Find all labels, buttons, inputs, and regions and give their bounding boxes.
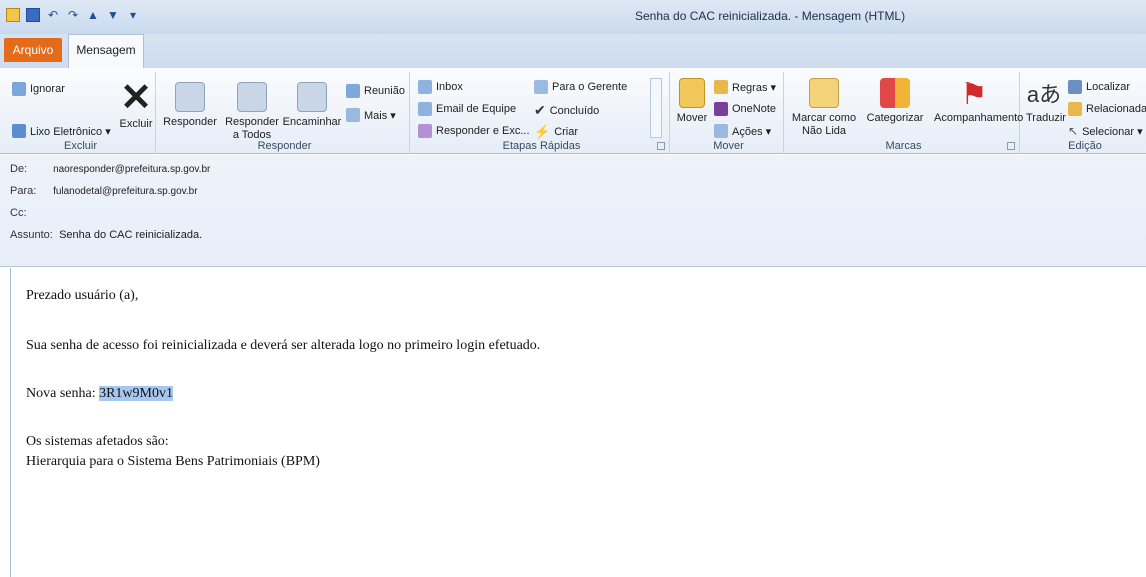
quickstep-inbox[interactable]: Inbox bbox=[418, 80, 463, 94]
traduzir-button[interactable]: aあ Traduzir bbox=[1026, 78, 1066, 125]
quickstep-email-equipe[interactable]: Email de Equipe bbox=[418, 102, 516, 116]
subject-text: Senha do CAC reinicializada. bbox=[59, 229, 203, 241]
header-to: Para: fulanodetal@prefeitura.sp.gov.br bbox=[10, 185, 198, 197]
etapas-launcher-icon[interactable] bbox=[657, 142, 665, 150]
group-responder: Responder Responder a Todos Encaminhar R… bbox=[160, 72, 410, 154]
password-line: Nova senha: 3R1w9M0v1 bbox=[26, 386, 173, 402]
reply-delete-icon bbox=[418, 124, 432, 138]
group-etapas-rapidas: Inbox Email de Equipe Responder e Exc...… bbox=[414, 72, 670, 154]
categorize-icon bbox=[880, 78, 910, 108]
flag-icon: ⚑ bbox=[960, 78, 988, 111]
redo-icon[interactable]: ↷ bbox=[66, 8, 80, 22]
lightning-icon: ⚡ bbox=[534, 124, 551, 139]
onenote-button[interactable]: OneNote bbox=[714, 102, 776, 116]
reply-all-icon bbox=[237, 82, 267, 112]
quickstep-criar[interactable]: ⚡ Criar bbox=[534, 124, 578, 140]
marcas-launcher-icon[interactable] bbox=[1007, 142, 1015, 150]
localizar-button[interactable]: Localizar bbox=[1068, 80, 1130, 94]
from-address[interactable]: naoresponder@prefeitura.sp.gov.br bbox=[53, 164, 210, 175]
quickstep-concluido[interactable]: ✔ Concluído bbox=[534, 102, 599, 119]
reuniao-button[interactable]: Reunião bbox=[346, 84, 405, 98]
acompanhamento-button[interactable]: ⚑ Acompanhamento bbox=[934, 78, 1023, 125]
meeting-icon bbox=[346, 84, 360, 98]
checkmark-icon: ✔ bbox=[534, 102, 546, 118]
regras-button[interactable]: Regras ▾ bbox=[714, 80, 776, 94]
window-title: Senha do CAC reinicializada. - Mensagem … bbox=[635, 9, 906, 23]
to-manager-icon bbox=[534, 80, 548, 94]
ignorar-button[interactable]: Ignorar bbox=[12, 82, 65, 96]
message-body[interactable]: Prezado usuário (a), Sua senha de acesso… bbox=[10, 268, 1146, 577]
excluir-button[interactable]: ✕ Excluir bbox=[116, 78, 156, 131]
quickstep-scroll[interactable] bbox=[650, 78, 662, 138]
delete-x-icon: ✕ bbox=[120, 77, 152, 119]
ribbon: Ignorar Lixo Eletrônico ▾ ✕ Excluir Excl… bbox=[0, 68, 1146, 154]
onenote-icon bbox=[714, 102, 728, 116]
mail-icon[interactable] bbox=[6, 8, 20, 22]
password-label: Nova senha: bbox=[26, 386, 96, 401]
responder-todos-button[interactable]: Responder a Todos bbox=[222, 82, 282, 142]
translate-icon: aあ bbox=[1026, 82, 1062, 107]
systems-heading: Os sistemas afetados são: bbox=[26, 434, 169, 449]
actions-icon bbox=[714, 124, 728, 138]
inbox-icon bbox=[418, 80, 432, 94]
quickstep-responder-exc[interactable]: Responder e Exc... bbox=[418, 124, 530, 138]
selecionar-button[interactable]: ↖ Selecionar ▾ bbox=[1068, 124, 1143, 138]
move-folder-icon bbox=[679, 78, 705, 108]
relacionada-button[interactable]: Relacionada bbox=[1068, 102, 1146, 116]
header-cc: Cc: bbox=[10, 207, 27, 219]
group-excluir: Ignorar Lixo Eletrônico ▾ ✕ Excluir Excl… bbox=[6, 72, 156, 154]
junk-icon bbox=[12, 124, 26, 138]
quickstep-para-gerente[interactable]: Para o Gerente bbox=[534, 80, 627, 94]
acoes-button[interactable]: Ações ▾ bbox=[714, 124, 771, 138]
encaminhar-button[interactable]: Encaminhar bbox=[282, 82, 342, 129]
save-icon[interactable] bbox=[26, 8, 40, 22]
message-headers: De: naoresponder@prefeitura.sp.gov.br Pa… bbox=[0, 155, 1146, 267]
quick-access-toolbar: ↶ ↷ ▲ ▼ ▾ bbox=[6, 8, 140, 22]
related-icon bbox=[1068, 102, 1082, 116]
system-item: Hierarquia para o Sistema Bens Patrimoni… bbox=[26, 454, 320, 469]
mover-button[interactable]: Mover bbox=[676, 78, 708, 125]
undo-icon[interactable]: ↶ bbox=[46, 8, 60, 22]
tab-mensagem[interactable]: Mensagem bbox=[68, 34, 144, 68]
arrow-down-icon[interactable]: ▼ bbox=[106, 8, 120, 22]
to-address[interactable]: fulanodetal@prefeitura.sp.gov.br bbox=[53, 186, 198, 197]
mark-unread-icon bbox=[809, 78, 839, 108]
arrow-up-icon[interactable]: ▲ bbox=[86, 8, 100, 22]
header-subject: Assunto: Senha do CAC reinicializada. bbox=[10, 229, 203, 241]
categorizar-button[interactable]: Categorizar bbox=[860, 78, 930, 125]
group-marcas: Marcar como Não Lida Categorizar ⚑ Acomp… bbox=[788, 72, 1023, 154]
mais-button[interactable]: Mais ▾ bbox=[346, 108, 396, 122]
forward-icon bbox=[297, 82, 327, 112]
lixo-eletronico-button[interactable]: Lixo Eletrônico ▾ bbox=[12, 124, 111, 138]
group-mover: Mover Regras ▾ OneNote Ações ▾ Mover bbox=[674, 72, 784, 154]
ribbon-tabs: Arquivo Mensagem bbox=[0, 34, 1146, 68]
team-email-icon bbox=[418, 102, 432, 116]
tab-arquivo[interactable]: Arquivo bbox=[4, 38, 62, 62]
body-line-1: Sua senha de acesso foi reinicializada e… bbox=[26, 338, 541, 353]
title-bar: ↶ ↷ ▲ ▼ ▾ Senha do CAC reinicializada. -… bbox=[0, 0, 1146, 34]
binoculars-icon bbox=[1068, 80, 1082, 94]
reply-icon bbox=[175, 82, 205, 112]
group-edicao: aあ Traduzir Localizar Relacionada ↖ Sele… bbox=[1024, 72, 1146, 154]
responder-button[interactable]: Responder bbox=[162, 82, 218, 129]
ignore-icon bbox=[12, 82, 26, 96]
more-icon bbox=[346, 108, 360, 122]
greeting-text: Prezado usuário (a), bbox=[26, 288, 139, 303]
rules-icon bbox=[714, 80, 728, 94]
cursor-icon: ↖ bbox=[1068, 124, 1079, 138]
marcar-nao-lida-button[interactable]: Marcar como Não Lida bbox=[790, 78, 858, 138]
customize-qat-icon[interactable]: ▾ bbox=[126, 8, 140, 22]
header-from: De: naoresponder@prefeitura.sp.gov.br bbox=[10, 163, 211, 175]
password-value[interactable]: 3R1w9M0v1 bbox=[99, 386, 173, 401]
